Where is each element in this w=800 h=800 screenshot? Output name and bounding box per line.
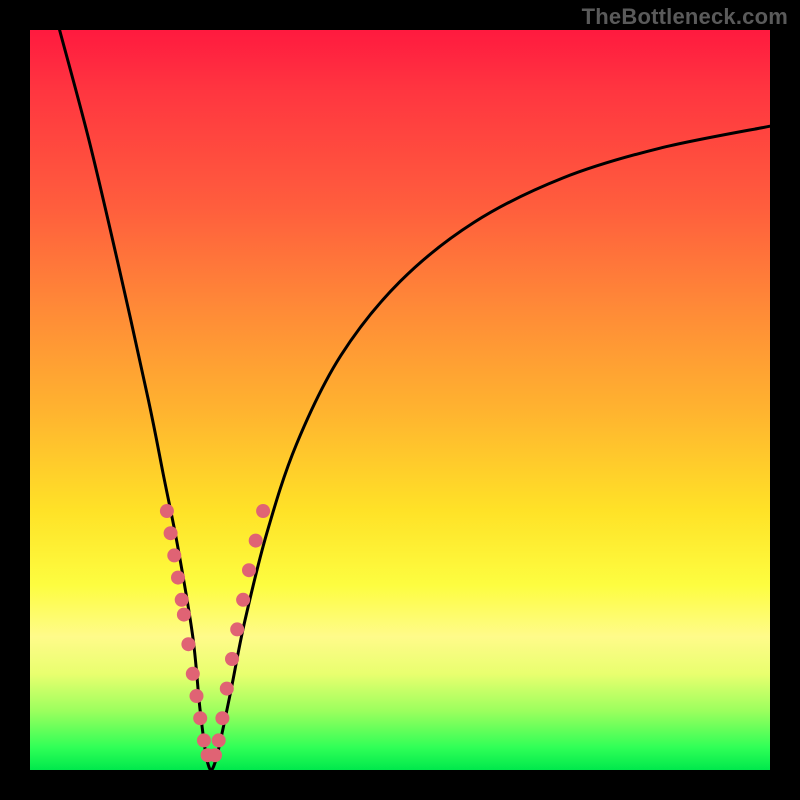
chart-frame: TheBottleneck.com	[0, 0, 800, 800]
bead-dot	[167, 548, 181, 562]
bead-dot	[193, 711, 207, 725]
bead-dot	[171, 571, 185, 585]
bead-dot	[197, 733, 211, 747]
bead-dot	[230, 622, 244, 636]
bead-dot	[215, 711, 229, 725]
bead-dot	[190, 689, 204, 703]
bottleneck-curve	[60, 30, 770, 770]
curve-overlay	[30, 30, 770, 770]
bead-dot	[177, 608, 191, 622]
bead-dot	[220, 682, 234, 696]
bead-dot	[160, 504, 174, 518]
bead-dot	[236, 593, 250, 607]
bead-dot	[249, 534, 263, 548]
bead-dot	[164, 526, 178, 540]
bead-dot	[186, 667, 200, 681]
bead-dot	[225, 652, 239, 666]
watermark-label: TheBottleneck.com	[582, 4, 788, 30]
bead-dot	[256, 504, 270, 518]
bead-dot	[242, 563, 256, 577]
bead-dot	[181, 637, 195, 651]
bead-dot	[208, 748, 222, 762]
bead-dot	[175, 593, 189, 607]
bead-dot	[212, 733, 226, 747]
